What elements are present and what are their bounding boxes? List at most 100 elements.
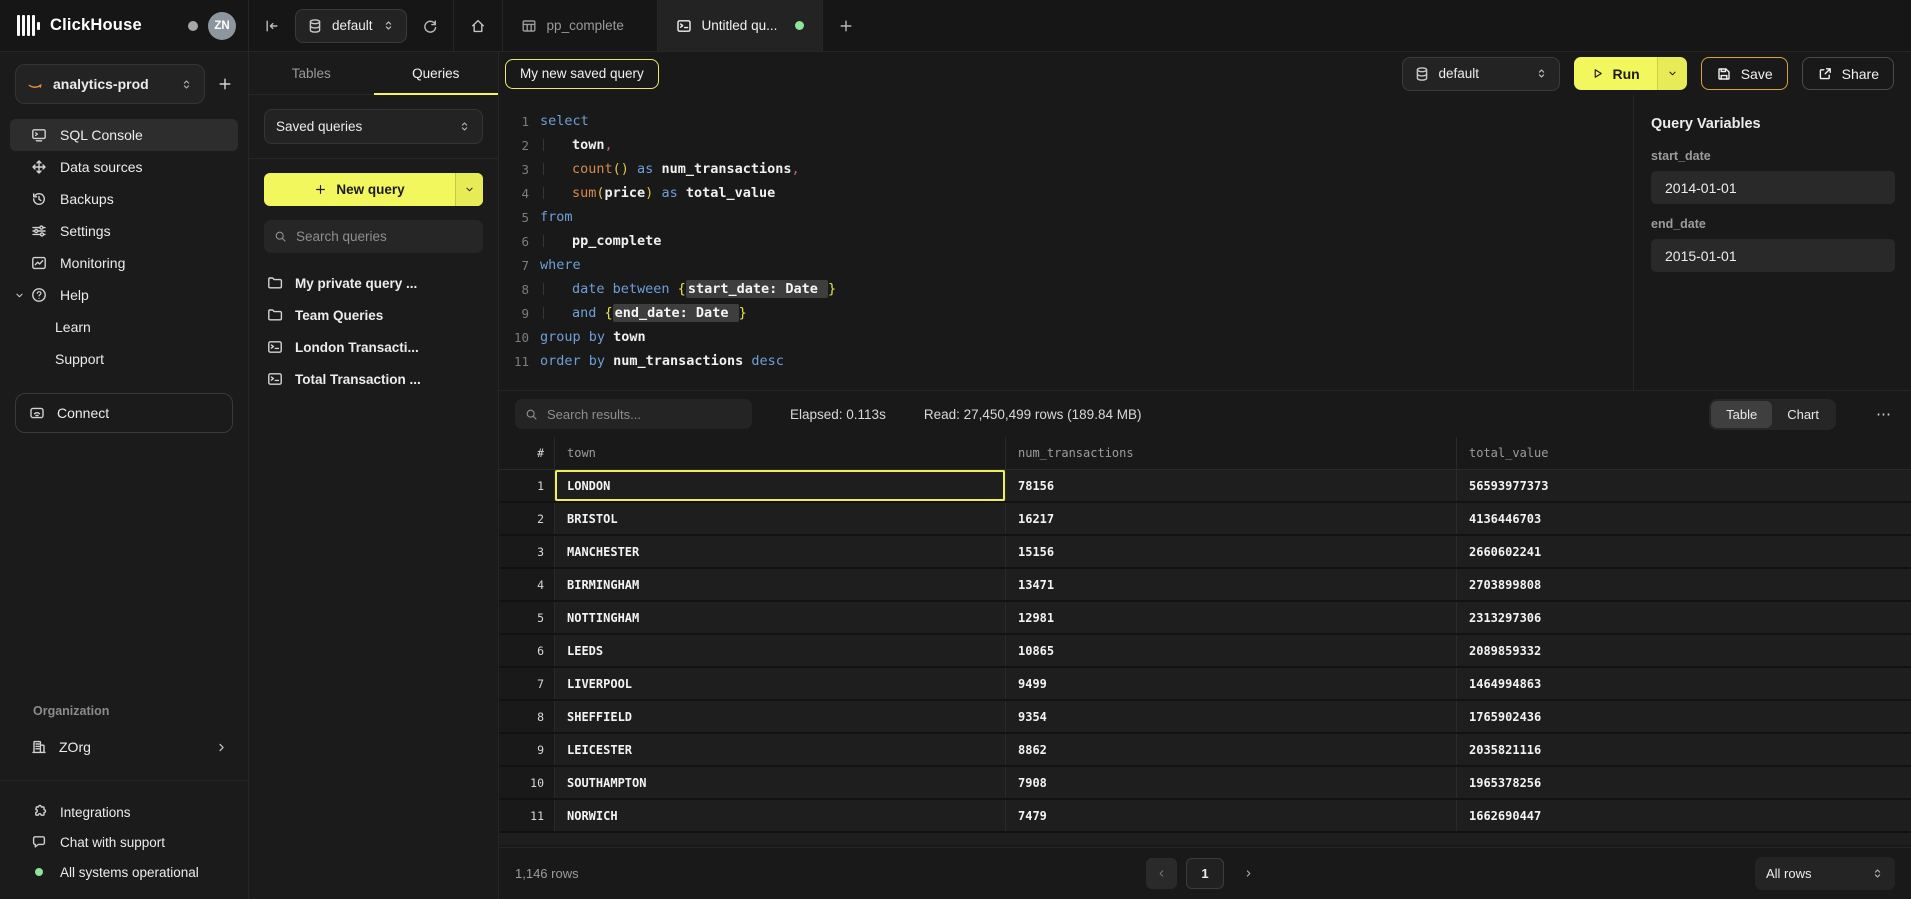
cell-num-transactions[interactable]: 12981: [1006, 602, 1457, 633]
sidebar-footer-all-systems-operational[interactable]: All systems operational: [0, 857, 248, 887]
view-tab-chart[interactable]: Chart: [1772, 401, 1834, 428]
cell-total-value[interactable]: 1662690447: [1457, 800, 1911, 831]
sidebar-footer-integrations[interactable]: Integrations: [0, 797, 248, 827]
save-icon: [1716, 66, 1732, 82]
start_date-input[interactable]: 2014-01-01: [1651, 171, 1895, 204]
editor-tabs: pp_completeUntitled qu...: [503, 0, 824, 51]
sidebar-item-settings[interactable]: Settings: [10, 215, 238, 247]
sidebar-subitem-support[interactable]: Support: [0, 343, 248, 375]
sidebar-item-data-sources[interactable]: Data sources: [10, 151, 238, 183]
previous-page-button[interactable]: [1146, 858, 1177, 889]
cell-total-value[interactable]: 4136446703: [1457, 503, 1911, 534]
cell-town[interactable]: MANCHESTER: [555, 536, 1006, 567]
run-button[interactable]: Run: [1574, 57, 1657, 90]
cell-town[interactable]: LONDON: [555, 470, 1006, 501]
aws-icon: [27, 76, 43, 92]
saved-query-item-total-transaction[interactable]: Total Transaction ...: [264, 363, 483, 395]
pagination: 1: [1146, 858, 1264, 889]
new-tab-button[interactable]: [823, 0, 869, 51]
cell-total-value[interactable]: 2660602241: [1457, 536, 1911, 567]
cell-total-value[interactable]: 2703899808: [1457, 569, 1911, 600]
code-text: where: [529, 257, 581, 273]
cell-num-transactions[interactable]: 7908: [1006, 767, 1457, 798]
cell-town[interactable]: NOTTINGHAM: [555, 602, 1006, 633]
sql-editor[interactable]: 1select2town,3count() as num_transaction…: [499, 95, 1633, 390]
chevron-right-icon: [215, 741, 228, 754]
editor-tab-untitled-qu[interactable]: Untitled qu...: [658, 0, 824, 51]
cell-num-transactions[interactable]: 9499: [1006, 668, 1457, 699]
database-selector[interactable]: default: [295, 9, 407, 43]
tab-queries[interactable]: Queries: [374, 52, 499, 94]
unsaved-indicator: [795, 21, 804, 30]
column-header-total-value[interactable]: total_value: [1457, 437, 1911, 469]
save-button[interactable]: Save: [1701, 57, 1788, 90]
cell-num-transactions[interactable]: 9354: [1006, 701, 1457, 732]
refresh-button[interactable]: [407, 0, 453, 51]
saved-query-name-badge[interactable]: My new saved query: [505, 59, 659, 89]
run-database-selector[interactable]: default: [1402, 57, 1560, 91]
view-tab-table[interactable]: Table: [1711, 401, 1772, 428]
cell-total-value[interactable]: 2313297306: [1457, 602, 1911, 633]
end_date-input[interactable]: 2015-01-01: [1651, 239, 1895, 272]
saved-query-item-my-private-query[interactable]: My private query ...: [264, 267, 483, 299]
table-row: 6LEEDS108652089859332: [499, 635, 1911, 668]
cell-total-value[interactable]: 2089859332: [1457, 635, 1911, 666]
add-service-button[interactable]: [217, 76, 233, 92]
search-results-input[interactable]: Search results...: [515, 399, 752, 429]
share-button[interactable]: Share: [1802, 57, 1894, 90]
cell-town[interactable]: BRISTOL: [555, 503, 1006, 534]
page-size-selector[interactable]: All rows: [1755, 857, 1895, 890]
new-query-button[interactable]: New query: [264, 173, 483, 206]
tab-tables[interactable]: Tables: [249, 52, 374, 94]
new-query-dropdown-button[interactable]: [455, 173, 483, 206]
cell-total-value[interactable]: 2035821116: [1457, 734, 1911, 765]
cell-total-value[interactable]: 1464994863: [1457, 668, 1911, 699]
sidebar-subitem-learn[interactable]: Learn: [0, 311, 248, 343]
cell-town[interactable]: LEICESTER: [555, 734, 1006, 765]
help-icon: [31, 287, 47, 303]
connect-button[interactable]: Connect: [15, 393, 233, 433]
cell-town[interactable]: SHEFFIELD: [555, 701, 1006, 732]
column-header-num-transactions[interactable]: num_transactions: [1006, 437, 1457, 469]
cell-num-transactions[interactable]: 78156: [1006, 470, 1457, 501]
collapse-sidebar-button[interactable]: [249, 0, 295, 51]
token: num_transactions: [661, 161, 791, 177]
cell-town[interactable]: SOUTHAMPTON: [555, 767, 1006, 798]
home-tab[interactable]: [453, 0, 503, 51]
cell-num-transactions[interactable]: 16217: [1006, 503, 1457, 534]
saved-queries-selector[interactable]: Saved queries: [264, 109, 483, 144]
cell-town[interactable]: LEEDS: [555, 635, 1006, 666]
page-number-input[interactable]: 1: [1186, 858, 1224, 889]
saved-query-item-london-transacti[interactable]: London Transacti...: [264, 331, 483, 363]
chevron-up-down-icon: [458, 120, 471, 133]
cell-town[interactable]: BIRMINGHAM: [555, 569, 1006, 600]
cell-num-transactions[interactable]: 13471: [1006, 569, 1457, 600]
code-line: 3count() as num_transactions,: [499, 157, 1633, 181]
sidebar-item-monitoring[interactable]: Monitoring: [10, 247, 238, 279]
editor-toolbar: My new saved query default Run Save: [499, 52, 1911, 95]
editor-tab-pp-complete[interactable]: pp_complete: [503, 0, 658, 51]
run-options-button[interactable]: [1657, 57, 1687, 90]
next-page-button[interactable]: [1233, 858, 1264, 889]
cell-num-transactions[interactable]: 7479: [1006, 800, 1457, 831]
results-more-menu[interactable]: ⋯: [1874, 405, 1894, 423]
workspace-selector[interactable]: analytics-prod: [15, 64, 205, 104]
sidebar-item-help[interactable]: Help: [10, 279, 238, 311]
saved-query-item-team-queries[interactable]: Team Queries: [264, 299, 483, 331]
cell-town[interactable]: LIVERPOOL: [555, 668, 1006, 699]
column-header-[interactable]: #: [499, 437, 555, 469]
sidebar-item-sql-console[interactable]: SQL Console: [10, 119, 238, 151]
cell-num-transactions[interactable]: 10865: [1006, 635, 1457, 666]
cell-town[interactable]: NORWICH: [555, 800, 1006, 831]
cell-total-value[interactable]: 56593977373: [1457, 470, 1911, 501]
organization-item[interactable]: ZOrg: [0, 730, 248, 764]
column-header-town[interactable]: town: [555, 437, 1006, 469]
cell-total-value[interactable]: 1765902436: [1457, 701, 1911, 732]
user-avatar[interactable]: ZN: [208, 12, 236, 40]
cell-num-transactions[interactable]: 8862: [1006, 734, 1457, 765]
cell-num-transactions[interactable]: 15156: [1006, 536, 1457, 567]
search-queries-input[interactable]: Search queries: [264, 220, 483, 253]
cell-total-value[interactable]: 1965378256: [1457, 767, 1911, 798]
sidebar-item-backups[interactable]: Backups: [10, 183, 238, 215]
sidebar-footer-chat-with-support[interactable]: Chat with support: [0, 827, 248, 857]
